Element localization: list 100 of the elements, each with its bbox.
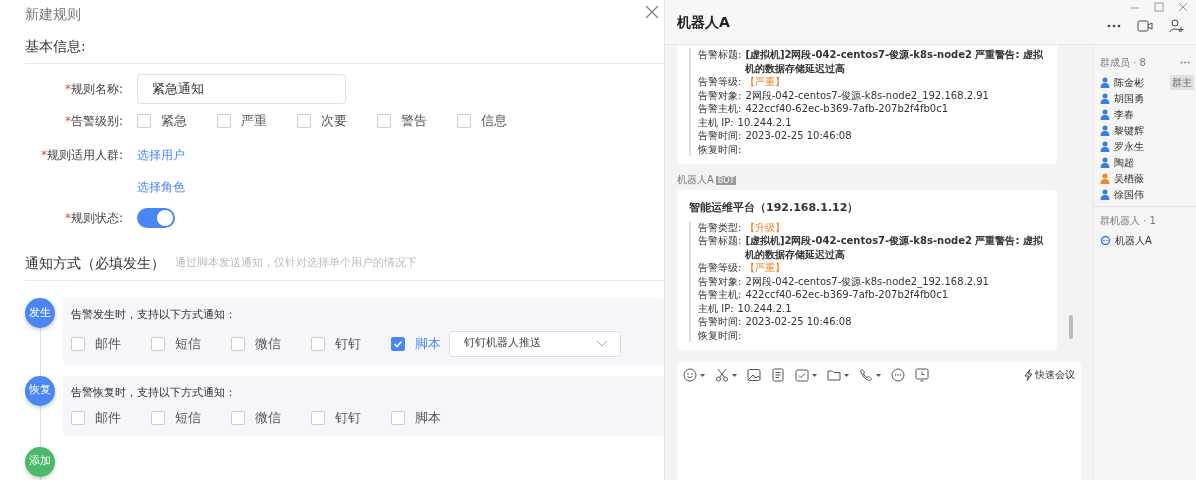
member-name[interactable]: 黎键辉	[1114, 122, 1144, 138]
field-value: 【严重】	[745, 262, 786, 273]
option-label: 钉钉	[335, 409, 361, 427]
field-name: 告警标题:	[698, 48, 742, 62]
dialog-title: 新建规则	[25, 5, 81, 24]
field-value: 【升级】	[745, 221, 786, 233]
maximize-icon[interactable]	[1154, 2, 1164, 12]
checkbox[interactable]	[391, 410, 405, 425]
caret-down-icon[interactable]	[876, 373, 881, 377]
robot-icon	[1100, 235, 1111, 245]
bots-title: 群机器人 · 1	[1100, 214, 1157, 228]
stage-badge: 恢复	[25, 375, 55, 406]
option-label: 脚本	[415, 409, 441, 427]
field-name: 告警等级:	[698, 262, 742, 273]
screen-clock-icon[interactable]	[915, 368, 929, 383]
field-value: 2网段-042-centos7-俊源-k8s-node2_192.168.2.91	[745, 275, 989, 287]
field-value: 2网段-042-centos7-俊源-k8s-node2_192.168.2.91	[745, 89, 989, 101]
field-name: 告警对象:	[698, 275, 742, 287]
text-field[interactable]: 紧急通知	[137, 73, 346, 104]
phone-icon[interactable]	[859, 368, 873, 383]
field-name: 告警主机:	[698, 103, 742, 114]
folder-icon[interactable]	[827, 368, 841, 383]
checkbox[interactable]	[231, 336, 245, 351]
checkbox[interactable]	[457, 113, 471, 128]
member-name[interactable]: 李春	[1114, 106, 1134, 122]
bot-badge: BOT	[715, 176, 737, 185]
select-link[interactable]: 选择用户	[137, 146, 185, 164]
checkbox[interactable]	[297, 113, 311, 128]
field-label: 规则适用人群:	[46, 148, 123, 162]
scrollbar-thumb[interactable]	[1069, 315, 1073, 339]
option-label: 紧急	[161, 111, 187, 130]
field-name: 告警主机:	[698, 289, 742, 300]
select-value: 钉钉机器人推送	[464, 335, 541, 352]
field-value: 2023-02-25 10:46:08	[745, 130, 852, 141]
member-name[interactable]: 陶超	[1114, 154, 1134, 170]
field-name: 主机 IP:	[698, 116, 734, 128]
script-select[interactable]: 钉钉机器人推送	[449, 330, 621, 357]
caret-down-icon[interactable]	[812, 373, 817, 377]
close-icon[interactable]	[644, 4, 660, 20]
option-label: 脚本	[415, 334, 441, 353]
field-value: [虚拟机]2网段-042-centos7-俊源-k8s-node2 严重警告: 虚拟机的数据存储延迟过高	[745, 234, 1044, 261]
field-label: 规则名称:	[70, 81, 123, 96]
checkbox[interactable]	[311, 336, 325, 351]
bot-name[interactable]: 机器人A	[1115, 232, 1152, 248]
required-mark: *	[64, 113, 71, 128]
field-value: 422ccf40-62ec-b369-7afb-207b2f4fb0c1	[745, 289, 949, 300]
more-icon[interactable]	[1107, 24, 1121, 28]
field-value: 10.244.2.1	[737, 302, 792, 314]
option-label: 短信	[175, 409, 201, 427]
option-label: 微信	[255, 334, 281, 353]
field-name: 告警标题:	[698, 234, 742, 248]
field-name: 主机 IP:	[698, 302, 734, 314]
member-name[interactable]: 徐国伟	[1114, 186, 1144, 202]
option-label: 微信	[255, 409, 281, 427]
checkbox[interactable]	[217, 113, 231, 128]
toggle-switch[interactable]	[137, 207, 175, 228]
option-label: 邮件	[95, 409, 121, 427]
image-icon[interactable]	[747, 368, 761, 383]
field-value: 2023-02-25 10:46:08	[745, 316, 852, 327]
calendar-check-icon[interactable]	[795, 368, 809, 383]
check-icon	[393, 338, 403, 349]
checkbox[interactable]	[137, 113, 151, 128]
video-call-icon[interactable]	[1137, 20, 1153, 32]
section-title: 通知方式（必填发生）	[25, 254, 165, 273]
close-icon[interactable]	[1178, 2, 1188, 12]
select-link[interactable]: 选择角色	[137, 178, 185, 196]
checkbox[interactable]	[71, 336, 85, 351]
message-composer[interactable]: 快速会议	[677, 362, 1081, 480]
field-name: 告警等级:	[698, 76, 742, 87]
checkbox[interactable]	[151, 336, 165, 351]
document-icon[interactable]	[771, 368, 785, 383]
checkbox[interactable]	[391, 336, 405, 351]
checkbox[interactable]	[377, 113, 391, 128]
quick-meeting-button[interactable]: 快速会议	[1024, 368, 1075, 383]
member-name[interactable]: 胡国勇	[1114, 90, 1144, 106]
checkbox[interactable]	[231, 410, 245, 425]
field-name: 告警对象:	[698, 89, 742, 101]
checkbox[interactable]	[71, 410, 85, 425]
scissors-icon[interactable]	[715, 368, 729, 383]
option-label: 邮件	[95, 334, 121, 353]
member-name[interactable]: 吴楢薇	[1114, 170, 1144, 186]
checkbox[interactable]	[311, 410, 325, 425]
caret-down-icon[interactable]	[732, 373, 737, 377]
stage-badge: 发生	[25, 298, 55, 328]
chevron-down-icon	[596, 339, 608, 348]
add-user-icon[interactable]	[1169, 19, 1184, 33]
option-label: 警告	[401, 111, 427, 130]
more-circle-icon[interactable]	[891, 368, 905, 383]
field-value: 【严重】	[745, 76, 786, 87]
checkbox[interactable]	[151, 410, 165, 425]
caret-down-icon[interactable]	[844, 373, 849, 377]
members-title: 群成员 · 8	[1100, 56, 1146, 70]
message-heading: 智能运维平台（192.168.1.12）	[689, 200, 860, 216]
emoji-icon[interactable]	[683, 368, 697, 383]
option-label: 次要	[321, 111, 347, 130]
member-name[interactable]: 罗永生	[1114, 138, 1144, 154]
caret-down-icon[interactable]	[700, 373, 705, 377]
member-name[interactable]: 陈金彬	[1114, 74, 1144, 90]
field-label: 规则状态:	[70, 210, 123, 225]
required-mark: *	[64, 210, 71, 225]
